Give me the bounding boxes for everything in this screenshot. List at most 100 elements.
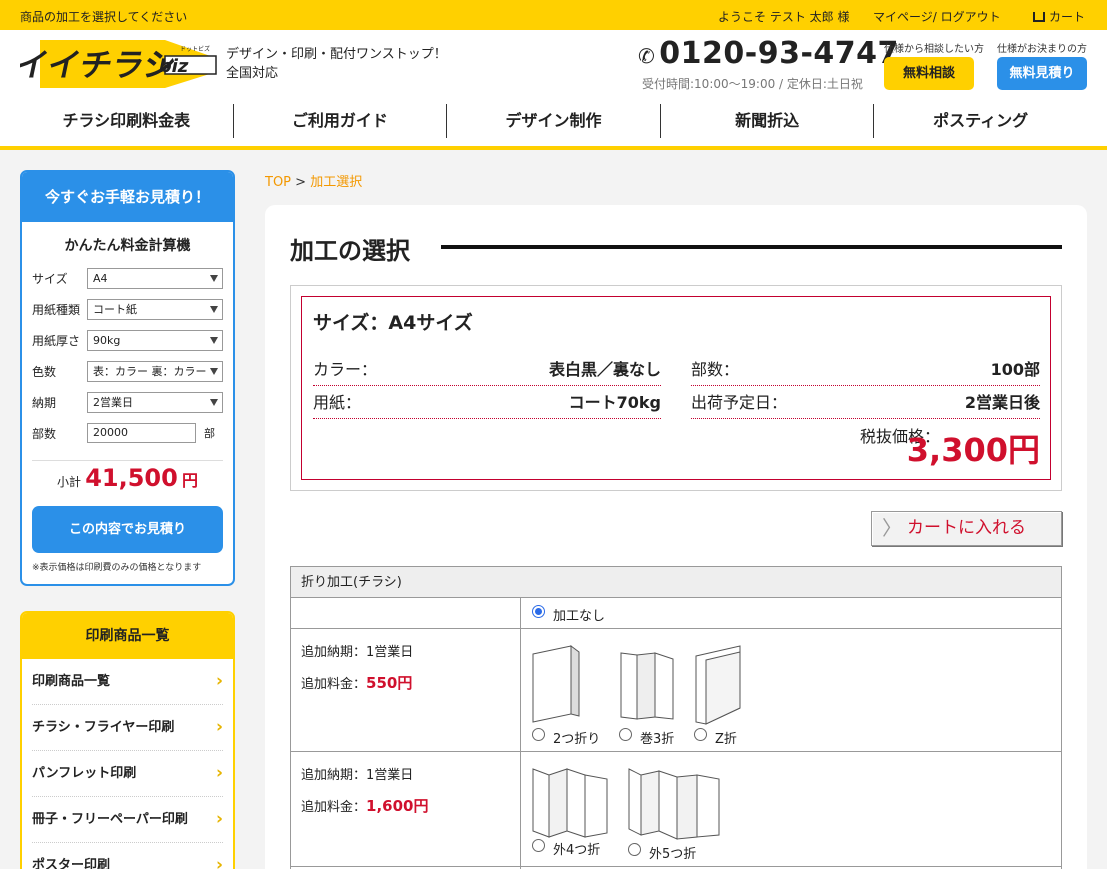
tagline-line-2: 全国対応 xyxy=(226,66,279,81)
radio-half-fold[interactable] xyxy=(532,728,545,741)
folding-options-table: 折り加工(チラシ) 加工なし 追加納期：1営業日 追加料金：550円 2つ折り … xyxy=(290,566,1062,869)
phone-number[interactable]: ✆ 0120-93-4747 xyxy=(638,36,899,71)
price-note: ※表示価格は印刷費のみの価格となります xyxy=(32,563,202,573)
half-fold-label: 2つ折り xyxy=(553,732,601,747)
quantity-label: 部数 xyxy=(32,427,57,441)
site-header: イイチラシ biz ドットビズ デザイン・印刷・配付ワンストップ！ 全国対応 ✆… xyxy=(0,30,1107,150)
free-quote-button[interactable]: 無料見積り xyxy=(997,57,1087,90)
ship-label: 出荷予定日： xyxy=(691,393,788,412)
paper-type-select[interactable]: コート紙 xyxy=(87,299,223,320)
fold-group-2-fee-label: 追加料金： xyxy=(301,800,367,815)
radio-z-fold[interactable] xyxy=(694,728,707,741)
paper-weight-select[interactable]: 90kg xyxy=(87,330,223,351)
product-item-booklet[interactable]: 冊子・フリーペーパー印刷 xyxy=(32,796,223,843)
color-value: 表白黒／裏なし xyxy=(548,360,661,379)
outer-4-fold-icon xyxy=(532,768,608,838)
fold-group-1-fee-label: 追加料金： xyxy=(301,677,367,692)
welcome-text: ようこそ テスト 太郎 様 xyxy=(718,10,850,24)
add-to-cart-button[interactable]: 〉カートに入れる xyxy=(871,511,1062,546)
size-select[interactable]: A4 xyxy=(87,268,223,289)
summary-paper-row: 用紙： コート70kg xyxy=(313,387,661,419)
calculator-banner: 今すぐお手軽お見積り！ xyxy=(22,172,233,222)
phone-icon: ✆ xyxy=(638,44,656,68)
logo-ruby-text: ドットビズ xyxy=(180,45,210,53)
roll-fold-label: 巻3折 xyxy=(640,732,675,747)
fold-group-1-fee: 550円 xyxy=(366,674,413,692)
paper-value: コート70kg xyxy=(568,393,661,412)
breadcrumb-current: 加工選択 xyxy=(310,175,363,190)
no-folding-label: 加工なし xyxy=(553,609,606,624)
calc-row-paper-type: 用紙種類 コート紙 xyxy=(32,299,227,321)
free-consult-button[interactable]: 無料相談 xyxy=(884,57,974,90)
price-value: 3,300円 xyxy=(906,431,1040,469)
order-summary-inner: サイズ：A4サイズ カラー： 表白黒／裏なし 部数： 100部 用紙： コート7… xyxy=(301,296,1051,480)
nav-price-list[interactable]: チラシ印刷料金表 xyxy=(20,104,234,138)
radio-outer-4-fold[interactable] xyxy=(532,839,545,852)
fold-group-2-delivery: 追加納期：1営業日 xyxy=(301,768,414,783)
delivery-select[interactable]: 2営業日 xyxy=(87,392,223,413)
fold-group-2-fee: 1,600円 xyxy=(366,797,429,815)
subtotal: 小計 41,500 円 xyxy=(22,464,233,492)
calculator-title: かんたん料金計算機 xyxy=(64,238,191,254)
copies-label: 部数： xyxy=(691,360,740,379)
nav-posting[interactable]: ポスティング xyxy=(874,104,1087,138)
copies-value: 100部 xyxy=(990,360,1040,379)
chevron-right-icon: 〉 xyxy=(882,516,902,540)
ship-value: 2営業日後 xyxy=(964,393,1040,412)
cart-label: カート xyxy=(1049,10,1086,24)
nav-guide[interactable]: ご利用ガイド xyxy=(234,104,448,138)
consult-caption: 仕様から相談したい方 xyxy=(884,44,984,55)
fold-group-1-fee-line: 追加料金：550円 xyxy=(301,672,520,693)
logo-text: イイチラシ xyxy=(20,46,180,84)
product-item-poster[interactable]: ポスター印刷 xyxy=(32,842,223,869)
paper-label: 用紙： xyxy=(313,393,362,412)
outer-5-fold-label: 外5つ折 xyxy=(649,847,697,862)
site-logo[interactable]: イイチラシ biz ドットビズ xyxy=(20,38,218,92)
tagline-line-1: デザイン・印刷・配付ワンストップ！ xyxy=(226,47,447,62)
subtotal-unit: 円 xyxy=(181,471,198,490)
mypage-logout-link[interactable]: マイページ/ ログアウト xyxy=(873,8,1001,25)
breadcrumb-top-link[interactable]: TOP xyxy=(265,175,291,190)
radio-no-folding[interactable] xyxy=(532,605,545,618)
radio-roll-fold[interactable] xyxy=(619,728,632,741)
logo-sub-text: biz xyxy=(157,56,191,77)
half-fold-icon xyxy=(532,645,580,723)
tagline: デザイン・印刷・配付ワンストップ！ 全国対応 xyxy=(226,45,447,83)
color-label: カラー： xyxy=(313,360,378,379)
top-bar: 商品の加工を選択してください ようこそ テスト 太郎 様 マイページ/ ログアウ… xyxy=(0,0,1107,30)
summary-ship-row: 出荷予定日： 2営業日後 xyxy=(691,387,1040,419)
price-calculator: 今すぐお手軽お見積り！ かんたん料金計算機 サイズ A4 用紙種類 コート紙 用… xyxy=(20,170,235,586)
phone-text: 0120-93-4747 xyxy=(659,36,899,71)
order-summary: サイズ：A4サイズ カラー： 表白黒／裏なし 部数： 100部 用紙： コート7… xyxy=(290,285,1062,491)
cart-link[interactable]: カート xyxy=(1033,8,1085,25)
calc-row-quantity: 部数 20000 部 xyxy=(32,423,227,445)
product-list-title: 印刷商品一覧 xyxy=(22,613,233,659)
product-item-all[interactable]: 印刷商品一覧 xyxy=(32,658,223,705)
calc-row-colors: 色数 表：カラー 裏：カラー xyxy=(32,361,227,383)
cart-icon xyxy=(1033,12,1045,22)
product-item-pamphlet[interactable]: パンフレット印刷 xyxy=(32,750,223,797)
roll-fold-icon xyxy=(620,652,674,720)
summary-color-row: カラー： 表白黒／裏なし xyxy=(313,354,661,386)
colors-label: 色数 xyxy=(32,365,57,379)
quantity-unit: 部 xyxy=(204,427,215,440)
outer-5-fold-icon xyxy=(628,768,720,840)
quantity-input[interactable]: 20000 xyxy=(87,423,196,443)
estimate-button[interactable]: この内容でお見積り xyxy=(32,506,223,553)
calc-row-delivery: 納期 2営業日 xyxy=(32,392,227,414)
main-nav: チラシ印刷料金表 ご利用ガイド デザイン制作 新聞折込 ポスティング xyxy=(20,104,1087,138)
colors-select[interactable]: 表：カラー 裏：カラー xyxy=(87,361,223,382)
fold-group-2-info: 追加納期：1営業日 追加料金：1,600円 xyxy=(291,752,521,869)
outer-4-fold-label: 外4つ折 xyxy=(553,843,601,858)
fold-group-2-fee-line: 追加料金：1,600円 xyxy=(301,795,520,816)
subtotal-value: 41,500 xyxy=(85,464,178,492)
quote-caption: 仕様がお決まりの方 xyxy=(997,44,1087,55)
nav-design[interactable]: デザイン制作 xyxy=(447,104,661,138)
product-list: 印刷商品一覧 印刷商品一覧 チラシ・フライヤー印刷 パンフレット印刷 冊子・フリ… xyxy=(20,611,235,869)
product-item-flyer[interactable]: チラシ・フライヤー印刷 xyxy=(32,704,223,751)
radio-outer-5-fold[interactable] xyxy=(628,843,641,856)
main-panel: 加工の選択 サイズ：A4サイズ カラー： 表白黒／裏なし 部数： 100部 用紙… xyxy=(265,205,1087,869)
nav-newspaper-insert[interactable]: 新聞折込 xyxy=(661,104,875,138)
folding-none-left-cell xyxy=(291,598,521,629)
size-label: サイズ xyxy=(32,272,68,286)
